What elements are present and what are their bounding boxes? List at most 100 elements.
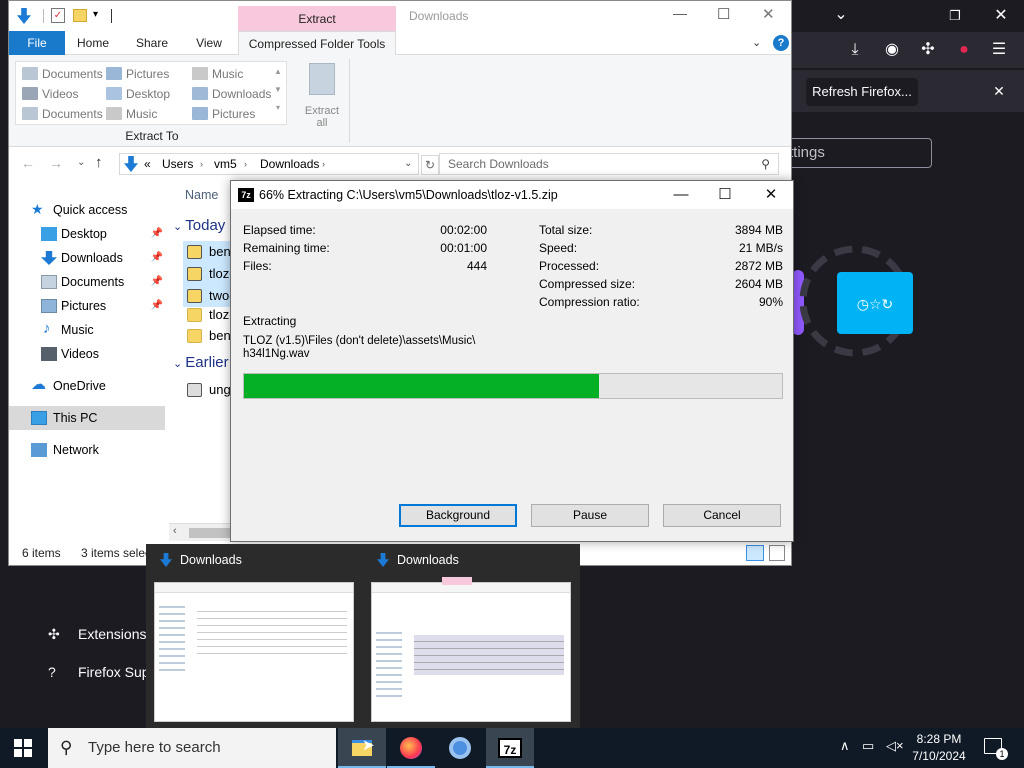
extract-to-videos[interactable]: Videos	[20, 84, 78, 104]
tab-file[interactable]: File	[9, 31, 65, 55]
chevron-down-icon[interactable]: ⌄	[404, 154, 412, 174]
search-input[interactable]: Search Downloads ⚲	[439, 153, 779, 175]
ublock-icon[interactable]: ●	[953, 39, 975, 61]
restore-icon[interactable]: ❐	[944, 5, 966, 27]
extract-to-documents[interactable]: Documents	[20, 64, 103, 84]
ribbon-panel: Documents Pictures Music Videos Desktop …	[9, 55, 791, 147]
close-icon[interactable]: ✕	[762, 5, 775, 23]
help-icon: ?	[48, 664, 56, 680]
up-icon[interactable]: ↑	[95, 154, 103, 171]
details-view-icon[interactable]	[746, 545, 764, 561]
help-icon[interactable]: ?	[773, 35, 789, 51]
address-bar[interactable]: « Users › vm5 › Downloads › ⌄	[119, 153, 419, 175]
nav-this-pc[interactable]: This PC	[9, 406, 165, 430]
elapsed-time-label: Elapsed time:	[243, 223, 316, 237]
nav-videos[interactable]: Videos	[9, 342, 165, 366]
maximize-icon[interactable]: ☐	[703, 181, 747, 209]
properties-icon[interactable]: ✓	[51, 8, 65, 23]
breadcrumb-vm5[interactable]: vm5	[214, 154, 237, 174]
new-folder-icon[interactable]	[73, 9, 87, 22]
firefox-hero-graphic: ◷☆↻	[792, 245, 913, 357]
nav-documents[interactable]: Documents 📌	[9, 270, 165, 294]
progress-fill	[244, 374, 600, 398]
chevron-down-icon[interactable]: ⌄	[752, 36, 761, 49]
refresh-icon[interactable]: ↻	[421, 155, 439, 175]
extract-to-downloads[interactable]: Downloads	[190, 84, 271, 104]
pause-button[interactable]: Pause	[531, 504, 649, 527]
system-clock[interactable]: 8:28 PM 7/10/2024	[906, 731, 972, 765]
menu-icon[interactable]: ☰	[988, 39, 1010, 61]
customize-toolbar-icon[interactable]: ▾	[93, 9, 98, 20]
extract-to-pictures-2[interactable]: Pictures	[190, 104, 255, 124]
chevron-down-icon[interactable]: ⌄	[830, 4, 852, 26]
account-icon[interactable]: ◉	[881, 39, 903, 61]
column-name-header[interactable]: Name	[185, 188, 218, 202]
speed-label: Speed:	[539, 241, 578, 255]
horizontal-scrollbar[interactable]: ‹	[169, 523, 239, 541]
taskbar-firefox[interactable]	[387, 728, 435, 768]
tab-home[interactable]: Home	[69, 31, 117, 55]
minimize-icon[interactable]: —	[659, 181, 703, 209]
tab-view[interactable]: View	[187, 31, 231, 55]
extract-to-documents-2[interactable]: Documents	[20, 104, 103, 124]
firefox-titlebar: ⌄ ❐ ✕	[790, 0, 1024, 32]
elapsed-time-value: 00:02:00	[440, 223, 487, 237]
firefox-support-item[interactable]: ? Firefox Sup	[48, 664, 150, 680]
maximize-icon[interactable]: ☐	[717, 5, 730, 23]
taskbar-chrome[interactable]	[436, 728, 484, 768]
extract-to-music-2[interactable]: Music	[104, 104, 157, 124]
nav-music[interactable]: ♪ Music	[9, 318, 165, 342]
gallery-scroll[interactable]: ▲ ▼ ▾	[271, 63, 285, 123]
pin-icon: 📌	[150, 252, 163, 263]
nav-quick-access[interactable]: ★ Quick access	[9, 198, 165, 222]
cancel-button[interactable]: Cancel	[663, 504, 781, 527]
group-earlier[interactable]: ⌄ Earlier	[173, 354, 229, 371]
tab-share[interactable]: Share	[129, 31, 175, 55]
extract-all-button[interactable]: Extract all	[303, 61, 341, 129]
download-icon[interactable]: ⤓	[844, 39, 866, 61]
close-icon[interactable]: ✕	[990, 5, 1012, 27]
nav-desktop[interactable]: Desktop 📌	[9, 222, 165, 246]
svg-text:◷☆↻: ◷☆↻	[857, 297, 894, 313]
forward-icon[interactable]: →	[49, 155, 63, 171]
taskbar-7zip[interactable]: 7z	[486, 728, 534, 768]
volume-muted-icon[interactable]: ◁×	[886, 738, 904, 754]
nav-downloads[interactable]: Downloads 📌	[9, 246, 165, 270]
thumbnail-window-1[interactable]: Downloads	[148, 552, 354, 724]
thumbnail-preview	[371, 577, 571, 722]
zip-icon	[187, 267, 202, 281]
recent-icon[interactable]: ⌄	[77, 157, 85, 168]
minimize-icon[interactable]: —	[673, 5, 687, 21]
nav-pictures[interactable]: Pictures 📌	[9, 294, 165, 318]
extract-to-music[interactable]: Music	[190, 64, 243, 84]
tab-compressed-folder-tools[interactable]: Compressed Folder Tools	[238, 31, 396, 56]
taskbar-search-box[interactable]: ⚲ Type here to search	[48, 728, 336, 768]
processed-label: Processed:	[539, 259, 600, 273]
breadcrumb-downloads[interactable]: Downloads	[260, 154, 319, 174]
thumbnail-window-2[interactable]: Downloads	[365, 552, 571, 724]
extract-to-pictures[interactable]: Pictures	[104, 64, 169, 84]
close-icon[interactable]: ✕	[749, 181, 793, 209]
current-file-path-line2: h34l1Ng.wav	[243, 348, 310, 360]
extensions-item[interactable]: ✣ Extensions	[48, 626, 146, 643]
refresh-firefox-button[interactable]: Refresh Firefox...	[806, 78, 918, 106]
close-notification-icon[interactable]: ✕	[988, 80, 1010, 102]
back-icon[interactable]: ←	[21, 155, 35, 171]
taskbar-file-explorer[interactable]: ➤	[338, 728, 386, 768]
windows-start-icon[interactable]	[14, 739, 32, 757]
extract-to-desktop[interactable]: Desktop	[104, 84, 170, 104]
pin-icon: 📌	[150, 276, 163, 287]
downloads-icon	[377, 553, 389, 567]
background-button[interactable]: Background	[399, 504, 517, 527]
network-icon[interactable]: ▭	[862, 738, 874, 754]
large-icons-view-icon[interactable]	[769, 545, 785, 561]
chevron-up-icon[interactable]: ∧	[840, 738, 850, 754]
nav-network[interactable]: Network	[9, 438, 165, 462]
breadcrumb-users[interactable]: Users	[162, 154, 193, 174]
group-today[interactable]: ⌄ Today	[173, 217, 225, 234]
extensions-icon[interactable]: ✣	[917, 39, 939, 61]
address-bar-row: ← → ⌄ ↑ « Users › vm5 › Downloads › ⌄ ↻ …	[9, 151, 791, 179]
installer-icon	[187, 383, 202, 397]
nav-onedrive[interactable]: ☁ OneDrive	[9, 374, 165, 398]
zip-icon	[187, 289, 202, 303]
